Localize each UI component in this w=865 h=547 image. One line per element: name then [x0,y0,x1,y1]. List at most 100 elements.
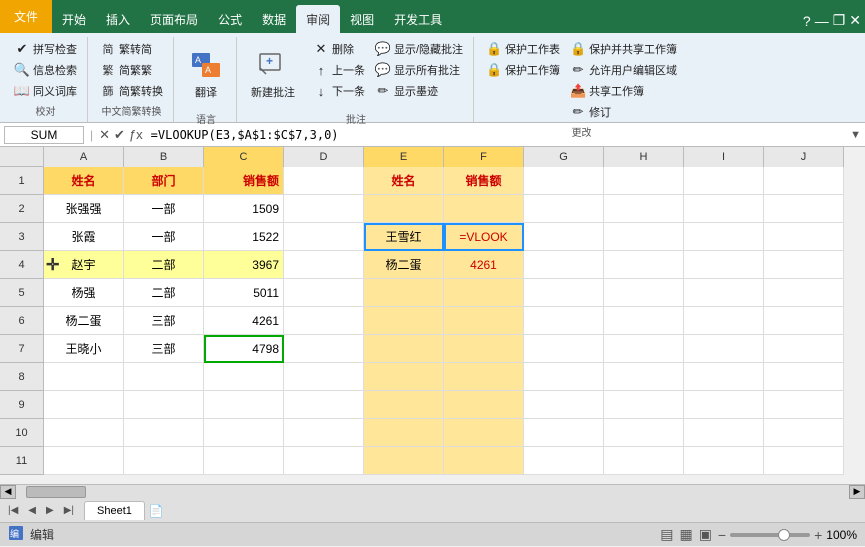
cell-f11[interactable] [444,447,524,475]
show-ink-button[interactable]: ✏ 显示墨迹 [371,81,467,101]
cell-b8[interactable] [124,363,204,391]
cell-j2[interactable] [764,195,844,223]
tab-insert[interactable]: 插入 [96,5,140,33]
cell-j6[interactable] [764,307,844,335]
cell-b3[interactable]: 一部 [124,223,204,251]
cell-g5[interactable] [524,279,604,307]
track-changes-button[interactable]: ✏ 修订 [566,102,681,122]
sheet-nav-prev[interactable]: ◀ [24,503,40,518]
tab-review[interactable]: 审阅 [296,5,340,33]
cell-a6[interactable]: 杨二蛋 [44,307,124,335]
cell-b4[interactable]: 二部 [124,251,204,279]
cell-d3[interactable] [284,223,364,251]
restore-icon[interactable]: ❐ [833,12,846,29]
tab-formula[interactable]: 公式 [208,5,252,33]
cell-e7[interactable] [364,335,444,363]
tab-file[interactable]: 文件 [0,0,52,33]
protect-workbook-button[interactable]: 🔒 保护工作簿 [482,60,564,80]
zoom-in-icon[interactable]: + [814,527,822,543]
cell-c2[interactable]: 1509 [204,195,284,223]
tab-data[interactable]: 数据 [252,5,296,33]
close-icon[interactable]: ✕ [849,12,861,29]
cell-h8[interactable] [604,363,684,391]
cell-f4[interactable]: 4261 [444,251,524,279]
cell-a9[interactable] [44,391,124,419]
trad-to-simp-button[interactable]: 简 繁转简 [96,39,167,59]
cell-g10[interactable] [524,419,604,447]
cell-e1[interactable]: 姓名 [364,167,444,195]
cell-g1[interactable] [524,167,604,195]
cell-i1[interactable] [684,167,764,195]
scroll-right-btn[interactable]: ▶ [849,485,865,499]
cell-b6[interactable]: 三部 [124,307,204,335]
cell-h5[interactable] [604,279,684,307]
cell-a4[interactable]: 赵宇 ✛ [44,251,124,279]
add-sheet-icon[interactable]: 📄 [149,504,164,518]
cell-b10[interactable] [124,419,204,447]
cell-f7[interactable] [444,335,524,363]
cell-i4[interactable] [684,251,764,279]
cell-j1[interactable] [764,167,844,195]
cell-a8[interactable] [44,363,124,391]
cell-j8[interactable] [764,363,844,391]
cell-d5[interactable] [284,279,364,307]
cell-a7[interactable]: 王晓小 [44,335,124,363]
cell-c5[interactable]: 5011 [204,279,284,307]
simp-to-trad-button[interactable]: 繁 简繁繁 [96,60,167,80]
cell-e5[interactable] [364,279,444,307]
cell-j3[interactable] [764,223,844,251]
cell-j5[interactable] [764,279,844,307]
name-box[interactable] [4,126,84,144]
prev-comment-button[interactable]: ↑ 上一条 [309,60,369,80]
cell-h2[interactable] [604,195,684,223]
insert-function-icon[interactable]: ƒx [129,127,143,142]
cell-d10[interactable] [284,419,364,447]
show-hide-comment-button[interactable]: 💬 显示/隐藏批注 [371,39,467,59]
protect-share-workbook-button[interactable]: 🔒 保护并共享工作簿 [566,39,681,59]
next-comment-button[interactable]: ↓ 下一条 [309,81,369,101]
cell-g2[interactable] [524,195,604,223]
cell-e8[interactable] [364,363,444,391]
scroll-track[interactable] [16,485,849,499]
tab-view[interactable]: 视图 [340,5,384,33]
sheet-nav-first[interactable]: |◀ [4,503,22,518]
cell-h11[interactable] [604,447,684,475]
cell-h9[interactable] [604,391,684,419]
cell-e10[interactable] [364,419,444,447]
cell-f1[interactable]: 销售额 [444,167,524,195]
cell-h1[interactable] [604,167,684,195]
protect-sheet-button[interactable]: 🔒 保护工作表 [482,39,564,59]
cell-h3[interactable] [604,223,684,251]
cell-f8[interactable] [444,363,524,391]
cell-j11[interactable] [764,447,844,475]
cell-c8[interactable] [204,363,284,391]
cell-j4[interactable] [764,251,844,279]
view-normal-icon[interactable]: ▤ [660,526,673,543]
share-workbook-button[interactable]: 📤 共享工作簿 [566,81,681,101]
cell-i7[interactable] [684,335,764,363]
cell-c3[interactable]: 1522 [204,223,284,251]
cell-b2[interactable]: 一部 [124,195,204,223]
cell-d1[interactable] [284,167,364,195]
cell-c7[interactable]: 4798 [204,335,284,363]
tab-home[interactable]: 开始 [52,5,96,33]
translate-button[interactable]: A A 翻译 [182,39,230,109]
cell-a10[interactable] [44,419,124,447]
cell-f2[interactable] [444,195,524,223]
cell-g3[interactable] [524,223,604,251]
cell-c6[interactable]: 4261 [204,307,284,335]
cell-i5[interactable] [684,279,764,307]
cell-h10[interactable] [604,419,684,447]
cell-f5[interactable] [444,279,524,307]
cell-e3[interactable]: 王雪红 [364,223,444,251]
spell-check-button[interactable]: ✔ 拼写检查 [10,39,81,59]
new-comment-button[interactable]: + 新建批注 [245,39,301,109]
cell-h6[interactable] [604,307,684,335]
chinese-convert-button[interactable]: 篩 简繁转换 [96,81,167,101]
cell-g6[interactable] [524,307,604,335]
cell-i6[interactable] [684,307,764,335]
cell-d11[interactable] [284,447,364,475]
cell-i10[interactable] [684,419,764,447]
cell-a1[interactable]: 姓名 [44,167,124,195]
cell-a5[interactable]: 杨强 [44,279,124,307]
